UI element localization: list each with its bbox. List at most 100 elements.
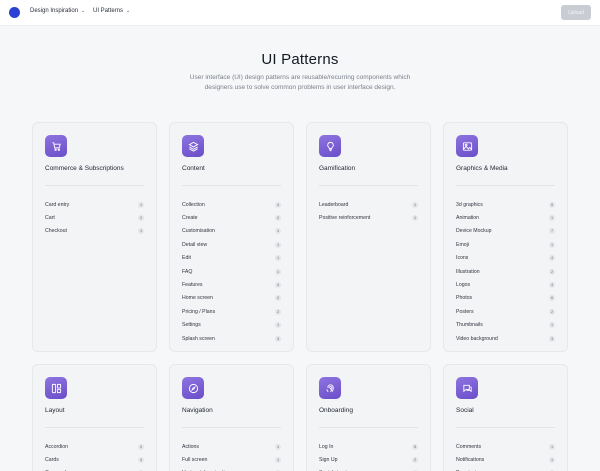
card-title[interactable]: Gamification — [319, 165, 355, 172]
layout-icon — [45, 377, 67, 399]
image-icon — [456, 135, 478, 157]
divider — [45, 185, 144, 186]
pattern-label: Cards — [45, 457, 59, 464]
divider — [319, 427, 418, 428]
pattern-label: Edit — [182, 255, 191, 262]
count-badge: 1 — [412, 215, 418, 222]
pattern-link[interactable]: Emoji 1 — [456, 238, 555, 251]
nav-design-inspiration[interactable]: Design Inspiration ⌄ — [30, 8, 85, 14]
count-badge: 1 — [138, 201, 144, 208]
pattern-link[interactable]: Photos 6 — [456, 292, 555, 305]
card-title[interactable]: Content — [182, 165, 205, 172]
logo[interactable] — [9, 7, 20, 18]
pattern-link[interactable]: Carousel2 — [45, 467, 144, 471]
pattern-link[interactable]: Animation 1 — [456, 211, 555, 224]
pattern-link[interactable]: Illustration 2 — [456, 265, 555, 278]
divider — [456, 185, 555, 186]
count-badge: 1 — [275, 443, 281, 450]
pattern-link[interactable]: Sign Up 2 — [319, 453, 418, 466]
pattern-link[interactable]: Permissions1 — [456, 467, 555, 471]
card-title[interactable]: Graphics & Media — [456, 165, 508, 172]
pattern-link[interactable]: Notifications 1 — [456, 453, 555, 466]
count-badge: 1 — [275, 255, 281, 262]
pattern-label: Create — [182, 215, 198, 222]
pattern-link[interactable]: Horizontal navigation1 — [182, 467, 281, 471]
pattern-label: Video background — [456, 335, 498, 342]
pattern-link[interactable]: Create 2 — [182, 211, 281, 224]
pattern-link[interactable]: Log In 5 — [319, 440, 418, 453]
count-badge: 1 — [549, 241, 555, 248]
count-badge: 2 — [549, 308, 555, 315]
divider — [182, 185, 281, 186]
divider — [456, 427, 555, 428]
count-badge: 1 — [275, 457, 281, 464]
pattern-link[interactable]: Posters 2 — [456, 305, 555, 318]
count-badge: 5 — [412, 443, 418, 450]
pattern-label: Positive reinforcement — [319, 215, 371, 222]
pattern-label: Comments — [456, 443, 482, 450]
pattern-label: Splash screen — [182, 335, 215, 342]
pattern-label: Thumbnails — [456, 322, 483, 329]
pattern-link[interactable]: Checkout 1 — [45, 225, 144, 238]
card-title[interactable]: Social — [456, 407, 474, 414]
category-card: Navigation Actions 1 Full screen 1 Horizontal… — [169, 364, 294, 471]
nav-ui-patterns[interactable]: UI Patterns ⌄ — [93, 8, 130, 14]
pattern-link[interactable]: Customisation 1 — [182, 225, 281, 238]
pattern-link[interactable]: FAQ 1 — [182, 265, 281, 278]
pattern-list: 3d graphics 5 Animation 1 Device Mockup 7 Emoj… — [456, 198, 555, 345]
count-badge: 2 — [275, 308, 281, 315]
pattern-label: Leaderboard — [319, 201, 349, 208]
pattern-link[interactable]: Positive reinforcement 1 — [319, 211, 418, 224]
pattern-link[interactable]: Icons 4 — [456, 252, 555, 265]
count-badge: 1 — [275, 322, 281, 329]
pattern-link[interactable]: Features 4 — [182, 278, 281, 291]
count-badge: 1 — [549, 457, 555, 464]
pattern-link[interactable]: Collection 4 — [182, 198, 281, 211]
pattern-list: Accordion 2 Cards 4 Carousel2 — [45, 440, 144, 471]
count-badge: 2 — [412, 457, 418, 464]
pattern-link[interactable]: Full screen 1 — [182, 453, 281, 466]
card-title[interactable]: Commerce & Subscriptions — [45, 165, 124, 172]
pattern-link[interactable]: Logos 4 — [456, 278, 555, 291]
pattern-list: Actions 1 Full screen 1 Horizontal navigatio… — [182, 440, 281, 471]
card-title[interactable]: Layout — [45, 407, 65, 414]
pattern-link[interactable]: Detail view 1 — [182, 238, 281, 251]
count-badge: 3 — [549, 335, 555, 342]
pattern-link[interactable]: Comments 1 — [456, 440, 555, 453]
pattern-label: Posters — [456, 308, 474, 315]
pattern-link[interactable]: Splash screen 3 — [182, 332, 281, 345]
pattern-link[interactable]: Accordion 2 — [45, 440, 144, 453]
pattern-link[interactable]: Pricing / Plans 2 — [182, 305, 281, 318]
pattern-label: Animation — [456, 215, 480, 222]
count-badge: 6 — [549, 295, 555, 302]
compass-icon — [182, 377, 204, 399]
pattern-link[interactable]: Video background 3 — [456, 332, 555, 345]
pattern-link[interactable]: Social sign in1 — [319, 467, 418, 471]
page-subtitle: User interface (UI) design patterns are … — [189, 74, 411, 91]
card-title[interactable]: Navigation — [182, 407, 213, 414]
pattern-label: Logos — [456, 282, 471, 289]
pattern-link[interactable]: Cart 2 — [45, 211, 144, 224]
pattern-link[interactable]: Settings 1 — [182, 319, 281, 332]
pattern-link[interactable]: Actions 1 — [182, 440, 281, 453]
shopping-cart-icon — [45, 135, 67, 157]
pattern-label: Icons — [456, 255, 469, 262]
pattern-link[interactable]: Cards 4 — [45, 453, 144, 466]
category-card: Social Comments 1 Notifications 1 Permissions… — [443, 364, 568, 471]
count-badge: 1 — [275, 268, 281, 275]
pattern-label: Home screen — [182, 295, 213, 302]
pattern-link[interactable]: Leaderboard 1 — [319, 198, 418, 211]
pattern-link[interactable]: Home screen 2 — [182, 292, 281, 305]
pattern-label: Detail view — [182, 241, 208, 248]
pattern-link[interactable]: Card entry 1 — [45, 198, 144, 211]
count-badge: 4 — [549, 255, 555, 262]
upload-button[interactable]: Upload — [561, 5, 591, 20]
pattern-link[interactable]: Thumbnails 1 — [456, 319, 555, 332]
card-title[interactable]: Onboarding — [319, 407, 353, 414]
pattern-link[interactable]: Device Mockup 7 — [456, 225, 555, 238]
pattern-link[interactable]: Edit 1 — [182, 252, 281, 265]
pattern-label: 3d graphics — [456, 201, 483, 208]
category-card: Content Collection 4 Create 2 Customisation 1 D… — [169, 122, 294, 352]
count-badge: 1 — [549, 443, 555, 450]
pattern-link[interactable]: 3d graphics 5 — [456, 198, 555, 211]
